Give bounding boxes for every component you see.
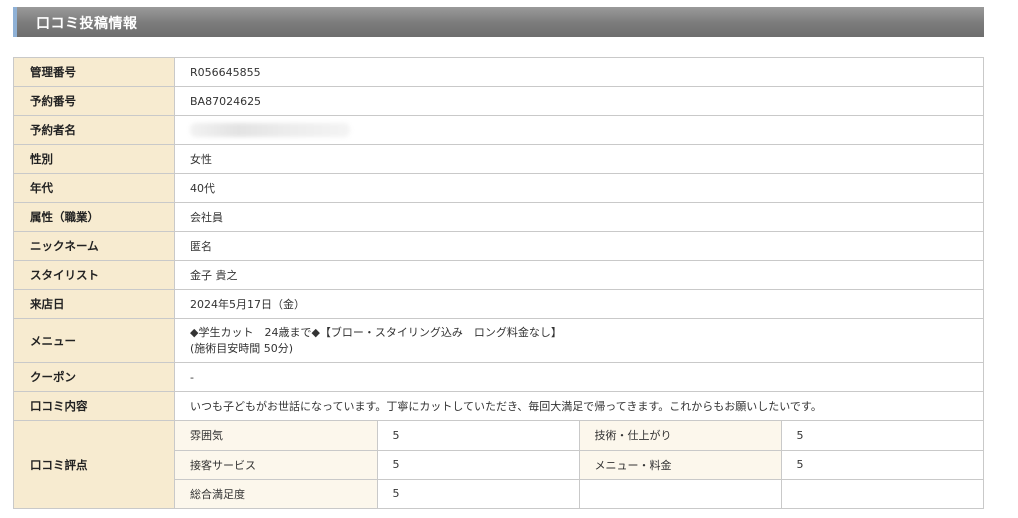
- review-info-table: 管理番号 R056645855 予約番号 BA87024625 予約者名 性別 …: [13, 57, 984, 509]
- table-row: メニュー ◆学生カット 24歳まで◆【ブロー・スタイリング込み ロング料金なし】…: [13, 318, 984, 363]
- menu-line-1: ◆学生カット 24歳まで◆【ブロー・スタイリング込み ロング料金なし】: [190, 325, 562, 339]
- rating-row: 総合満足度 5: [175, 478, 983, 508]
- visit-date-value: 2024年5月17日（金）: [174, 289, 984, 319]
- menu-label: メニュー: [13, 318, 175, 363]
- rating-empty-cell: [780, 478, 983, 508]
- rating-item-label: 接客サービス: [175, 449, 378, 480]
- reserver-name-label: 予約者名: [13, 115, 175, 145]
- nickname-label: ニックネーム: [13, 231, 175, 261]
- rating-item-label: メニュー・料金: [578, 449, 782, 480]
- age-value: 40代: [174, 173, 984, 203]
- review-content-label: 口コミ内容: [13, 391, 175, 421]
- coupon-label: クーポン: [13, 362, 175, 392]
- review-content-value: いつも子どもがお世話になっています。丁寧にカットしていただき、毎回大満足で帰って…: [174, 391, 984, 421]
- rating-item-value: 5: [376, 421, 580, 451]
- table-row: 年代 40代: [13, 173, 984, 203]
- rating-cell: 雰囲気 5 技術・仕上がり 5 接客サービス 5 メニュー・料金 5 総合満足度…: [174, 420, 984, 509]
- rating-item-value: 5: [376, 478, 580, 508]
- table-row: 性別 女性: [13, 144, 984, 174]
- table-row: ニックネーム 匿名: [13, 231, 984, 261]
- coupon-value: -: [174, 362, 984, 392]
- table-row: 予約者名: [13, 115, 984, 145]
- stylist-label: スタイリスト: [13, 260, 175, 290]
- table-row: 予約番号 BA87024625: [13, 86, 984, 116]
- table-row: 属性（職業） 会社員: [13, 202, 984, 232]
- rating-row: 雰囲気 5 技術・仕上がり 5: [175, 421, 983, 451]
- occupation-label: 属性（職業）: [13, 202, 175, 232]
- gender-label: 性別: [13, 144, 175, 174]
- reserver-name-value: [174, 115, 984, 145]
- table-row: スタイリスト 金子 貴之: [13, 260, 984, 290]
- menu-value: ◆学生カット 24歳まで◆【ブロー・スタイリング込み ロング料金なし】 (施術目…: [174, 318, 984, 363]
- table-row: 口コミ内容 いつも子どもがお世話になっています。丁寧にカットしていただき、毎回大…: [13, 391, 984, 421]
- table-row: 口コミ評点 雰囲気 5 技術・仕上がり 5 接客サービス 5 メニュー・料金 5…: [13, 420, 984, 509]
- table-row: 来店日 2024年5月17日（金）: [13, 289, 984, 319]
- rating-item-label: 総合満足度: [175, 478, 378, 508]
- gender-value: 女性: [174, 144, 984, 174]
- table-row: クーポン -: [13, 362, 984, 392]
- rating-item-value: 5: [780, 449, 983, 480]
- rating-empty-cell: [578, 478, 782, 508]
- rating-item-label: 技術・仕上がり: [578, 421, 782, 451]
- rating-item-value: 5: [780, 421, 983, 451]
- nickname-value: 匿名: [174, 231, 984, 261]
- section-header: 口コミ投稿情報: [13, 7, 984, 37]
- management-no-value: R056645855: [174, 57, 984, 87]
- rating-table: 雰囲気 5 技術・仕上がり 5 接客サービス 5 メニュー・料金 5 総合満足度…: [175, 421, 983, 508]
- management-no-label: 管理番号: [13, 57, 175, 87]
- menu-line-2: (施術目安時間 50分): [190, 341, 294, 355]
- table-row: 管理番号 R056645855: [13, 57, 984, 87]
- section-title: 口コミ投稿情報: [36, 16, 138, 32]
- rating-item-label: 雰囲気: [175, 421, 378, 451]
- age-label: 年代: [13, 173, 175, 203]
- rating-item-value: 5: [376, 449, 580, 480]
- reservation-no-label: 予約番号: [13, 86, 175, 116]
- occupation-value: 会社員: [174, 202, 984, 232]
- visit-date-label: 来店日: [13, 289, 175, 319]
- blurred-name: [190, 123, 350, 137]
- stylist-value: 金子 貴之: [174, 260, 984, 290]
- rating-label: 口コミ評点: [13, 420, 175, 509]
- rating-row: 接客サービス 5 メニュー・料金 5: [175, 449, 983, 480]
- reservation-no-value: BA87024625: [174, 86, 984, 116]
